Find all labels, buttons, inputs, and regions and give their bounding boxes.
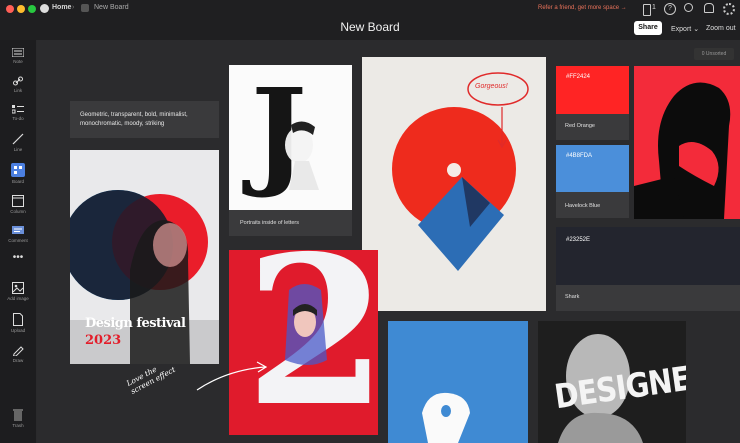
trash-icon [13,409,23,421]
swatch-hex: #23252E [566,237,591,243]
column-icon [12,195,24,207]
breadcrumb-board[interactable]: New Board [94,4,129,11]
swatch-name: Shark [565,294,580,300]
design-festival-artwork [70,150,219,364]
portrait-in-letter [285,121,319,190]
tool-link-label: Link [13,88,23,93]
export-menu[interactable]: Export ⌄ [671,25,699,33]
letter-j-image: J [229,65,352,210]
tool-upload[interactable]: Upload [0,313,36,333]
notifications-icon[interactable] [704,3,714,13]
tool-link[interactable]: Link [0,76,36,93]
breadcrumb-home[interactable]: Home [52,4,71,11]
tool-comment[interactable]: Comment [0,226,36,243]
poster-year: 2023 [85,333,122,348]
annotation-gorgeous: Gorgeous! [475,83,508,90]
help-icon[interactable]: ? [664,3,676,15]
swatch-name: Red Orange [565,123,595,129]
hug-silhouette-artwork [634,66,740,219]
link-icon [13,76,23,86]
draw-icon [12,346,24,356]
note-icon [12,48,24,57]
title-bar: Home › New Board Refer a friend, get mor… [0,0,740,18]
tool-board-label: Board [11,179,24,184]
more-icon: ••• [12,252,24,263]
close-window-button[interactable] [6,5,14,13]
board-canvas[interactable]: 0 Unsorted Geometric, transparent, bold,… [37,40,740,443]
swatch-name: Havelock Blue [565,203,601,209]
blue-abstract-artwork [388,321,528,443]
page-title: New Board [340,20,400,34]
share-button[interactable]: Share [634,21,662,35]
hug-silhouette-image[interactable] [634,66,740,219]
device-count: 1 [652,4,656,11]
tool-draw-label: Draw [12,358,24,363]
board-icon [81,4,89,12]
swatch-hex: #FF2424 [566,74,591,80]
tool-more[interactable]: ••• [0,252,36,263]
board-icon [11,163,25,177]
tool-todo[interactable]: To-do [0,105,36,121]
tool-trash-label: Trash [12,423,24,428]
blue-abstract-image[interactable] [388,321,528,443]
design-festival-image[interactable]: Design festival 2023 [70,150,219,364]
home-icon[interactable] [40,4,49,13]
tool-comment-label: Comment [8,238,28,243]
tool-line-label: Line [13,147,23,152]
poster-title: Design festival [85,316,186,331]
tool-upload-label: Upload [10,328,26,333]
swatch-color [556,227,740,285]
referral-link[interactable]: Refer a friend, get more space → [538,5,627,11]
tool-add-image[interactable]: Add image [0,282,36,301]
tool-line[interactable]: Line [0,133,36,152]
tool-column[interactable]: Column [0,195,36,214]
designer-typography-image[interactable]: DESIGNER [538,321,686,443]
export-label: Export [671,26,692,33]
zoom-out-button[interactable]: Zoom out [706,25,736,32]
tool-trash[interactable]: Trash [0,408,36,428]
note-card[interactable]: Geometric, transparent, bold, minimalist… [70,101,219,138]
minimize-window-button[interactable] [17,5,25,13]
geometric-poster-image[interactable]: Gorgeous! [362,57,546,311]
maximize-window-button[interactable] [28,5,36,13]
search-icon[interactable] [684,3,693,12]
tool-todo-label: To-do [12,116,24,121]
tool-column-label: Column [10,209,26,214]
tool-note-label: Note [13,59,23,64]
comment-icon [12,226,24,234]
tool-sidebar: Note Link To-do Line Board Column Commen… [0,40,37,443]
tool-add-image-label: Add image [7,296,29,301]
add-image-icon [12,282,24,294]
swatch-card-blue[interactable]: #4B8FDA Havelock Blue [556,145,629,218]
swatch-card-shark[interactable]: #23252E Shark [556,227,740,311]
letter-j-card[interactable]: J Portraits inside of letters [229,65,352,236]
geometric-poster-artwork [362,57,546,311]
swatch-hex: #4B8FDA [566,153,593,159]
letter-j-caption: Portraits inside of letters [240,220,299,226]
breadcrumb-separator: › [72,4,75,11]
note-text: Geometric, transparent, bold, minimalist… [80,112,188,127]
line-icon [12,133,24,145]
swatch-card-red[interactable]: #FF2424 Red Orange [556,66,629,140]
settings-icon[interactable] [723,3,735,15]
todo-icon [12,105,24,114]
unsorted-badge[interactable]: 0 Unsorted [694,48,734,60]
chevron-down-icon: ⌄ [693,26,700,33]
upload-icon [13,313,23,326]
tool-board[interactable]: Board [0,163,36,184]
tool-note[interactable]: Note [0,48,36,64]
tool-draw[interactable]: Draw [0,344,36,363]
phone-icon[interactable] [643,4,651,16]
